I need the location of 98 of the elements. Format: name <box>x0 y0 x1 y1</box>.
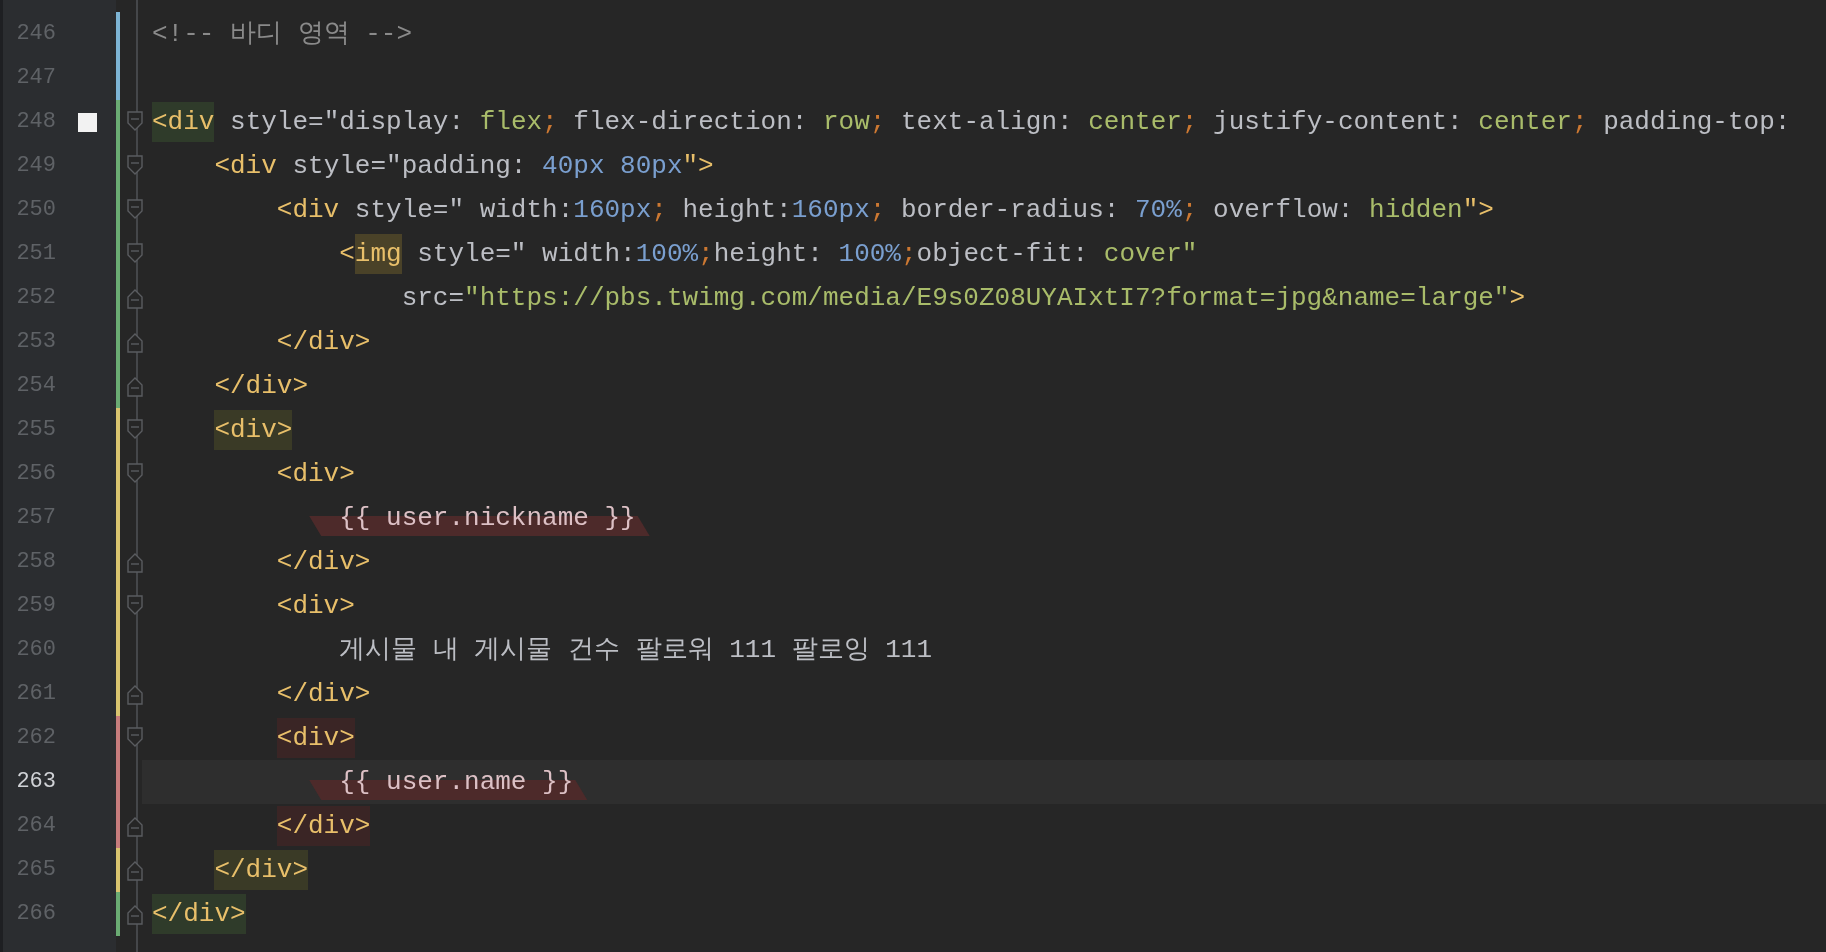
fold-end-icon[interactable] <box>127 683 143 705</box>
semicolon: ; <box>542 106 558 139</box>
html-tag: <div> <box>214 410 293 450</box>
attribute-text: src= <box>401 282 465 315</box>
change-marker[interactable] <box>116 144 120 188</box>
fold-end-icon[interactable] <box>127 903 143 925</box>
attribute-text: style="display: <box>229 106 466 139</box>
change-marker[interactable] <box>116 716 120 760</box>
attribute-text: object-fit: <box>916 238 1090 271</box>
string-value: row <box>822 106 870 139</box>
number-value: 70% <box>1135 194 1182 227</box>
fold-collapse-icon[interactable] <box>127 155 143 177</box>
change-marker[interactable] <box>116 276 120 320</box>
change-marker[interactable] <box>116 56 120 100</box>
change-marker[interactable] <box>116 188 120 232</box>
html-tag: <div> <box>276 454 355 494</box>
change-marker[interactable] <box>116 496 120 540</box>
fold-end-icon[interactable] <box>127 859 143 881</box>
semicolon: ; <box>698 238 714 271</box>
attribute-text: height: <box>681 194 792 227</box>
text-content: 게시물 내 게시물 건수 팔로워 111 팔로잉 111 <box>339 634 933 667</box>
attribute-text: style=" width: <box>353 194 574 227</box>
html-tag: <div <box>214 146 277 186</box>
string-value: hidden <box>1369 194 1463 227</box>
template-expression: {{ user.name }} <box>309 762 588 802</box>
attribute-text: height: <box>713 238 824 271</box>
semicolon: ; <box>1571 106 1588 139</box>
change-marker[interactable] <box>116 540 120 584</box>
string-value: "https://pbs.twimg.com/media/E9s0Z08UYAIxtI7?format=jpg&name=large" <box>464 282 1510 315</box>
semicolon: ; <box>869 106 886 139</box>
change-marker[interactable] <box>116 628 120 672</box>
string-value: cover" <box>1103 238 1198 271</box>
change-marker[interactable] <box>116 848 120 892</box>
change-marker[interactable] <box>116 364 120 408</box>
fold-end-icon[interactable] <box>127 287 143 309</box>
fold-collapse-icon[interactable] <box>127 463 143 485</box>
number-value: 160px <box>791 194 870 227</box>
change-marker[interactable] <box>116 408 120 452</box>
string-value: center <box>1478 106 1572 139</box>
code-comment: <!-- 바디 영역 --> <box>152 18 413 51</box>
bookmark-icon[interactable] <box>78 112 97 132</box>
html-tag: <div <box>152 102 215 142</box>
attribute-text: border-radius: <box>899 194 1121 227</box>
fold-collapse-icon[interactable] <box>127 595 143 617</box>
number-value: 40px 80px <box>542 150 683 183</box>
attribute-text: text-align: <box>899 106 1074 139</box>
html-tag: < <box>339 234 355 274</box>
semicolon: ; <box>1181 106 1198 139</box>
attribute-text: overflow: <box>1212 194 1355 227</box>
attribute-text: flex-direction: <box>572 106 809 139</box>
fold-end-icon[interactable] <box>127 331 143 353</box>
change-marker[interactable] <box>116 12 120 56</box>
semicolon: ; <box>1181 194 1198 227</box>
string-value: center <box>1088 106 1182 139</box>
attribute-text: style="padding: <box>291 150 528 183</box>
fold-collapse-icon[interactable] <box>127 199 143 221</box>
fold-end-icon[interactable] <box>127 815 143 837</box>
attribute-text: style=" width: <box>416 238 636 271</box>
change-marker[interactable] <box>116 584 120 628</box>
fold-collapse-icon[interactable] <box>127 243 143 265</box>
semicolon: ; <box>869 194 886 227</box>
html-tag: <div> <box>276 718 355 758</box>
fold-end-icon[interactable] <box>127 375 143 397</box>
html-tag: </div> <box>214 366 309 406</box>
fold-collapse-icon[interactable] <box>127 111 143 133</box>
html-tag: </div> <box>214 850 309 890</box>
fold-collapse-icon[interactable] <box>127 419 143 441</box>
line-number: 263 <box>15 768 56 796</box>
change-marker[interactable] <box>116 892 120 936</box>
html-tag: </div> <box>276 674 371 714</box>
attribute-text: padding-top: <box>1602 106 1791 139</box>
number-value: 100% <box>838 238 901 271</box>
html-tag: </div> <box>276 542 371 582</box>
attribute-text: justify-content: <box>1212 106 1464 139</box>
fold-end-icon[interactable] <box>127 551 143 573</box>
html-tag: </div> <box>276 806 371 846</box>
template-expression: {{ user.nickname }} <box>309 498 650 538</box>
fold-collapse-icon[interactable] <box>127 727 143 749</box>
html-tag: > <box>1509 278 1526 318</box>
semicolon: ; <box>900 238 917 271</box>
html-tag: </div> <box>152 894 246 934</box>
html-tag: <div> <box>276 586 355 626</box>
change-marker[interactable] <box>116 804 120 848</box>
html-tag: "> <box>682 146 714 186</box>
html-tag: img <box>354 234 402 274</box>
html-tag: "> <box>1462 190 1494 230</box>
string-value: flex <box>479 106 543 139</box>
html-tag: </div> <box>276 322 371 362</box>
semicolon: ; <box>651 194 667 227</box>
change-marker[interactable] <box>116 232 120 276</box>
number-value: 100% <box>635 238 699 271</box>
change-marker[interactable] <box>116 320 120 364</box>
change-marker[interactable] <box>116 100 120 144</box>
change-marker[interactable] <box>116 672 120 716</box>
html-tag: <div <box>276 190 340 230</box>
number-value: 160px <box>573 194 652 227</box>
change-marker[interactable] <box>116 452 120 496</box>
change-marker[interactable] <box>116 760 120 804</box>
